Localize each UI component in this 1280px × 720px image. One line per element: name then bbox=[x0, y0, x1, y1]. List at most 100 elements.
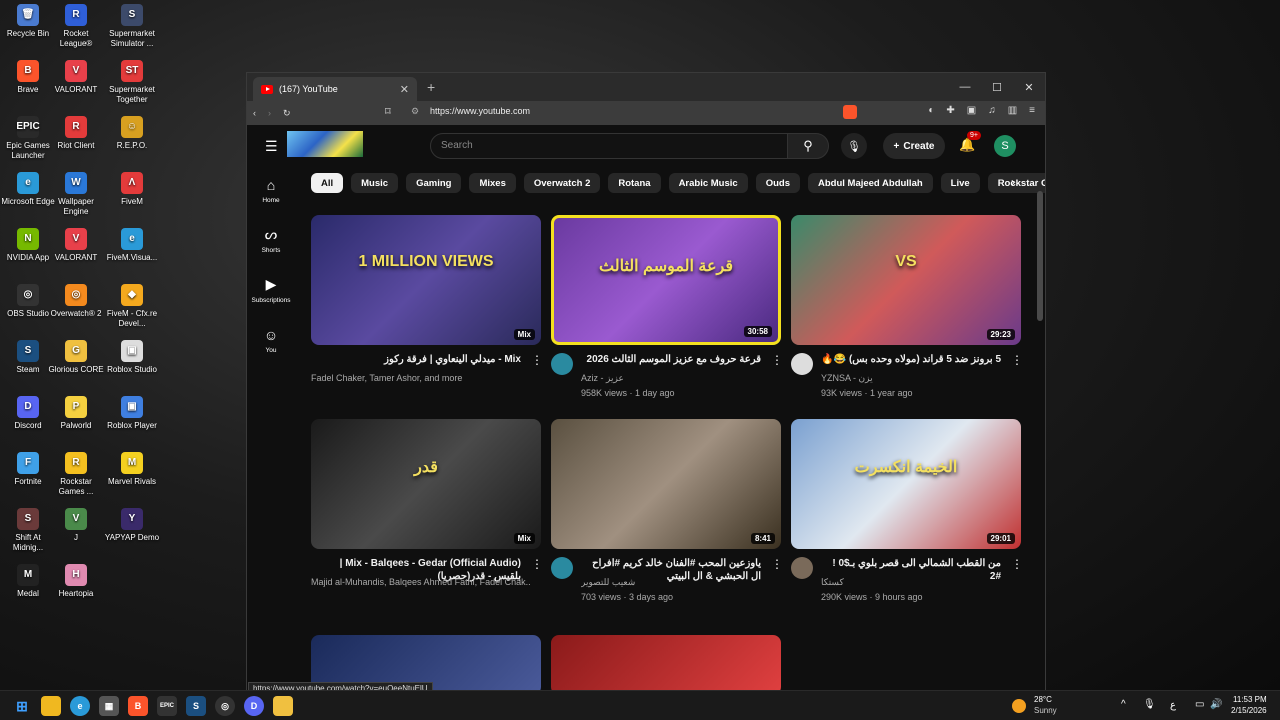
video-thumbnail[interactable]: قدر Mix bbox=[311, 419, 541, 549]
chevron-up-icon[interactable]: ^ bbox=[1121, 699, 1126, 710]
desktop-icon[interactable]: e FiveM.Visua... bbox=[104, 228, 160, 263]
chip-live[interactable]: Live bbox=[940, 173, 980, 193]
notes-icon[interactable] bbox=[273, 696, 293, 716]
more-options-icon[interactable]: ⋮ bbox=[1011, 353, 1023, 367]
desktop-icon[interactable]: VJ bbox=[48, 508, 104, 543]
steam-icon[interactable]: S bbox=[186, 696, 206, 716]
bookmark-icon[interactable]: ⌑ bbox=[385, 105, 391, 118]
clock-time[interactable]: 11:53 PM bbox=[1233, 695, 1267, 704]
more-options-icon[interactable]: ⋮ bbox=[531, 557, 543, 571]
video-card[interactable]: قدر Mix Mix - Balqees - Gedar (Official Au… bbox=[311, 419, 543, 619]
chip-rotana[interactable]: Rotana bbox=[608, 173, 661, 193]
weather-temp[interactable]: 28°C bbox=[1034, 695, 1052, 704]
nav-item-home[interactable]: ⌂ Home bbox=[247, 165, 295, 215]
desktop-icon[interactable]: V VALORANT bbox=[48, 228, 104, 263]
desktop-icon[interactable]: Λ FiveM bbox=[104, 172, 160, 207]
discord-icon[interactable]: D bbox=[244, 696, 264, 716]
volume-icon[interactable]: 🔊 bbox=[1210, 699, 1222, 710]
desktop-icon[interactable]: ▣ Roblox Studio bbox=[104, 340, 160, 375]
channel-name[interactable]: YZNSA - يزن bbox=[821, 371, 1041, 385]
brave-taskbar-icon[interactable]: B bbox=[128, 696, 148, 716]
chip-overwatch-2[interactable]: Overwatch 2 bbox=[523, 173, 601, 193]
minimize-button[interactable]: — bbox=[949, 81, 981, 93]
desktop-icon[interactable]: ☺ R.E.P.O. bbox=[104, 116, 160, 151]
edge-icon[interactable]: e bbox=[70, 696, 90, 716]
video-thumbnail[interactable]: 8:41 bbox=[551, 419, 781, 549]
nav-item-you[interactable]: ☺ You bbox=[247, 315, 295, 365]
hamburger-menu-icon[interactable]: ☰ bbox=[265, 138, 278, 155]
search-button[interactable]: ⚲ bbox=[787, 133, 829, 159]
clock-date[interactable]: 2/15/2026 bbox=[1231, 706, 1267, 715]
video-card[interactable]: الخيمة انكسرت 29:01 من القطب الشمالي الى ق… bbox=[791, 419, 1023, 619]
tab-youtube[interactable]: (167) YouTube ✕ bbox=[253, 77, 417, 101]
desktop-icon[interactable]: Y YAPYAP Demo bbox=[104, 508, 160, 543]
close-tab-icon[interactable]: ✕ bbox=[400, 83, 409, 96]
file-explorer-icon[interactable] bbox=[41, 696, 61, 716]
brave-shield-icon[interactable] bbox=[843, 105, 857, 119]
channel-name[interactable]: Majid al-Muhandis, Balqees Ahmed Fathi, … bbox=[311, 575, 531, 589]
video-title[interactable]: قرعة حروف مع عزيز الموسم الثالث 2026 bbox=[581, 353, 761, 366]
video-thumbnail[interactable]: الخيمة انكسرت 29:01 bbox=[791, 419, 1021, 549]
desktop-icon[interactable]: ▣ Roblox Player bbox=[104, 396, 160, 431]
close-window-button[interactable]: ✕ bbox=[1013, 81, 1045, 94]
site-info-icon[interactable]: ⚙ bbox=[411, 106, 419, 117]
video-card[interactable]: 8:41 ياوزعين المحب #الفنان خالد كريم #افر… bbox=[551, 419, 783, 619]
search-input[interactable]: Search bbox=[430, 133, 788, 159]
overwatch-icon[interactable]: ◎ bbox=[215, 696, 235, 716]
weather-desc[interactable]: Sunny bbox=[1034, 706, 1057, 715]
video-card[interactable]: 1 MILLION VIEWS Mix Mix - ميدلي الينعاوي |… bbox=[311, 215, 543, 415]
voice-search-button[interactable]: 🎙 bbox=[841, 133, 867, 159]
desktop-icon[interactable]: ◎ Overwatch® 2 bbox=[48, 284, 104, 319]
sidebar-icon[interactable]: ▥ bbox=[1008, 105, 1017, 116]
channel-name[interactable]: Fadel Chaker, Tamer Ashor, and more bbox=[311, 371, 531, 385]
chip-arabic-music[interactable]: Arabic Music bbox=[668, 173, 748, 193]
video-thumbnail[interactable]: قرعة الموسم الثالث 30:58 bbox=[551, 215, 781, 345]
chip-abdul-majeed-abdullah[interactable]: Abdul Majeed Abdullah bbox=[807, 173, 933, 193]
start-windows-icon[interactable]: ⊞ bbox=[12, 696, 32, 716]
desktop-icon[interactable]: H Heartopia bbox=[48, 564, 104, 599]
more-options-icon[interactable]: ⋮ bbox=[771, 353, 783, 367]
desktop-icon[interactable]: S Supermarket Simulator ... bbox=[104, 4, 160, 49]
avatar[interactable]: S bbox=[994, 135, 1016, 157]
url-field[interactable]: https://www.youtube.com bbox=[430, 106, 530, 116]
chip-rockstar-games[interactable]: Rockstar Games bbox=[987, 173, 1045, 193]
more-options-icon[interactable]: ⋮ bbox=[771, 557, 783, 571]
video-card[interactable]: VS 29:23 5 برونز ضد 5 قراند (مولاه وحده بس… bbox=[791, 215, 1023, 415]
chip-gaming[interactable]: Gaming bbox=[406, 173, 462, 193]
desktop-icon[interactable]: M Marvel Rivals bbox=[104, 452, 160, 487]
create-button[interactable]: + Create bbox=[883, 133, 945, 159]
back-icon[interactable]: ‹ bbox=[253, 108, 256, 118]
desktop-icon[interactable]: V VALORANT bbox=[48, 60, 104, 95]
forward-icon[interactable]: › bbox=[268, 108, 271, 118]
desktop-icon[interactable]: ◆ FiveM - Cfx.re Devel... bbox=[104, 284, 160, 329]
puzzle-icon[interactable]: ✚ bbox=[946, 105, 954, 116]
language-indicator[interactable]: ع bbox=[1170, 700, 1176, 711]
desktop-icon[interactable]: R Rocket League® bbox=[48, 4, 104, 49]
channel-avatar[interactable] bbox=[791, 353, 813, 375]
desktop-icon[interactable]: ST Supermarket Together bbox=[104, 60, 160, 105]
video-thumbnail[interactable] bbox=[551, 635, 781, 691]
nav-item-subscriptions[interactable]: ▶ Subscriptions bbox=[247, 265, 295, 315]
video-title[interactable]: Mix - ميدلي الينعاوي | فرقة ركوز bbox=[311, 353, 521, 366]
reload-icon[interactable]: ↻ bbox=[283, 108, 291, 119]
more-options-icon[interactable]: ⋮ bbox=[1011, 557, 1023, 571]
video-card[interactable]: قرعة الموسم الثالث 30:58 قرعة حروف مع عزيز… bbox=[551, 215, 783, 415]
chip-music[interactable]: Music bbox=[351, 173, 399, 193]
chip-next-icon[interactable]: › bbox=[1011, 175, 1015, 189]
maximize-button[interactable]: ☐ bbox=[981, 81, 1013, 94]
epic-games-icon[interactable]: EPIC bbox=[157, 696, 177, 716]
mic-tray-icon[interactable]: 🎙 bbox=[1143, 699, 1156, 710]
extension-icon[interactable]: ◐ bbox=[928, 105, 934, 116]
channel-name[interactable]: كستكا bbox=[821, 575, 1041, 589]
nav-item-shorts[interactable]: ᔕ Shorts bbox=[247, 215, 295, 265]
desktop-icon[interactable]: P Palworld bbox=[48, 396, 104, 431]
video-thumbnail[interactable]: 1 MILLION VIEWS Mix bbox=[311, 215, 541, 345]
more-options-icon[interactable]: ⋮ bbox=[531, 353, 543, 367]
store-icon[interactable]: ▦ bbox=[99, 696, 119, 716]
chip-mixes[interactable]: Mixes bbox=[469, 173, 516, 193]
desktop-icon[interactable]: W Wallpaper Engine bbox=[48, 172, 104, 217]
channel-avatar[interactable] bbox=[551, 557, 573, 579]
chip-ouds[interactable]: Ouds bbox=[755, 173, 800, 193]
channel-avatar[interactable] bbox=[791, 557, 813, 579]
scrollbar[interactable] bbox=[1037, 191, 1043, 321]
